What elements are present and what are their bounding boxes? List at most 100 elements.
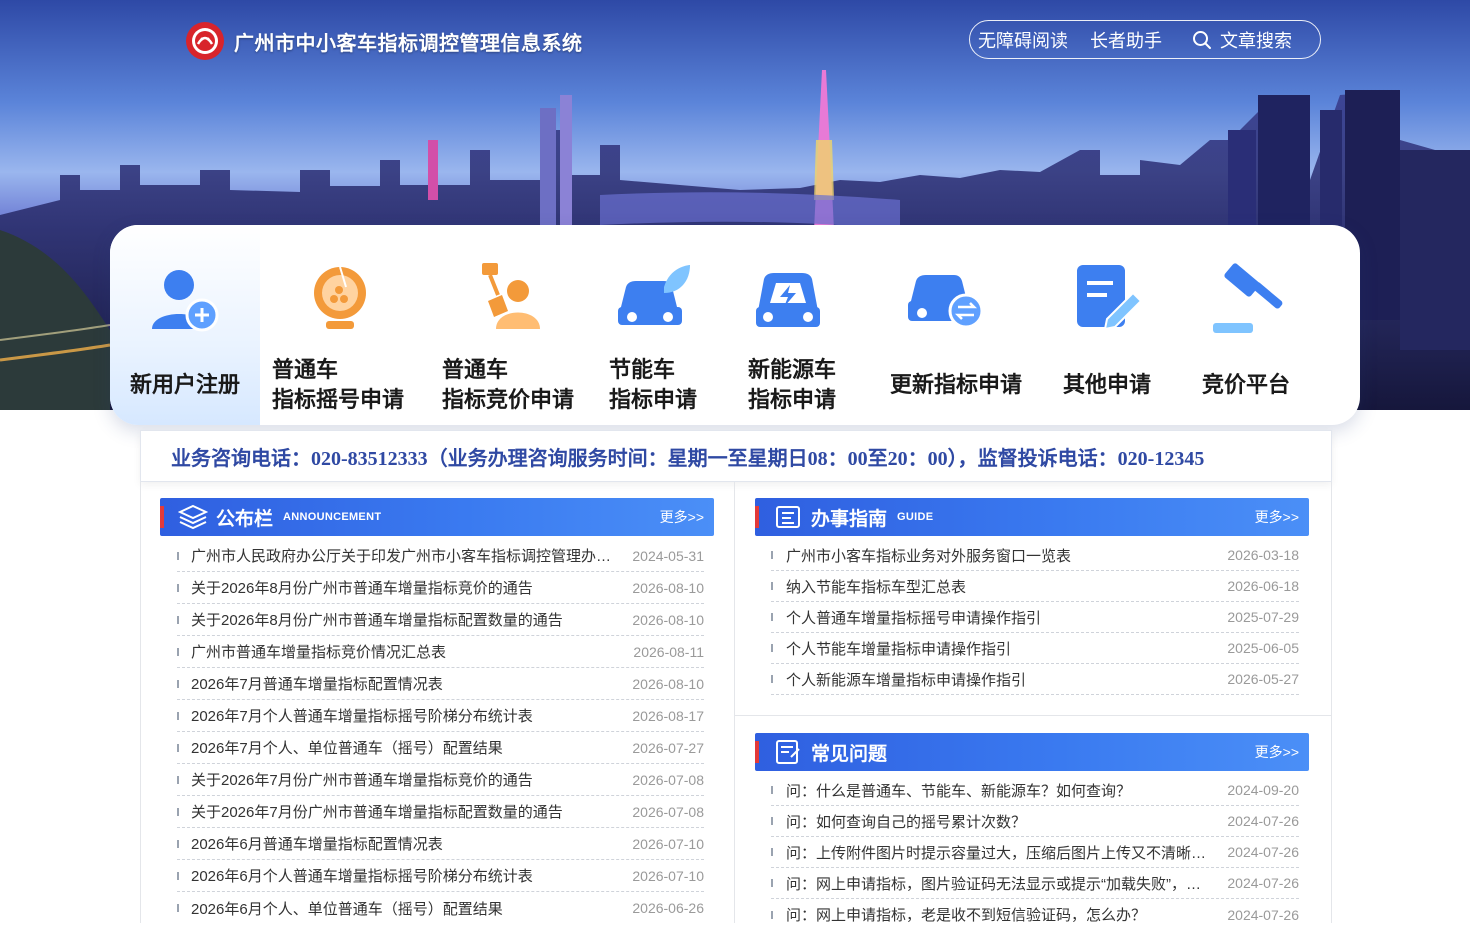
edit-document-icon [1077,265,1143,331]
list-bullet [771,675,773,683]
list-item[interactable]: 广州市小客车指标业务对外服务窗口一览表 2026-03-18 [771,540,1299,571]
item-date: 2024-07-26 [1227,813,1299,829]
list-item[interactable]: 2026年6月普通车增量指标配置情况表 2026-07-10 [177,828,704,860]
list-item[interactable]: 关于2026年7月份广州市普通车增量指标竞价的通告 2026-07-08 [177,764,704,796]
item-date: 2026-03-18 [1227,547,1299,563]
layers-icon [178,504,208,530]
item-date: 2026-08-11 [633,643,704,660]
faq-more-link[interactable]: 更多>> [1255,742,1299,762]
list-bullet [177,871,179,880]
announcement-list: 广州市人民政府办公厅关于印发广州市小客车指标调控管理办法的通知 2024-05-3… [177,540,704,924]
item-date: 2024-05-31 [632,547,704,564]
list-item[interactable]: 问：如何查询自己的摇号累计次数？ 2024-07-26 [771,806,1299,837]
list-item[interactable]: 个人新能源车增量指标申请操作指引 2026-05-27 [771,664,1299,695]
announcement-more-link[interactable]: 更多>> [660,507,704,527]
list-item[interactable]: 纳入节能车指标车型汇总表 2026-06-18 [771,571,1299,602]
item-date: 2026-07-10 [632,867,704,884]
item-date: 2026-08-10 [632,611,704,628]
item-title: 广州市人民政府办公厅关于印发广州市小客车指标调控管理办法的通知 [191,548,613,565]
guide-subtitle: Guide [897,511,934,523]
list-item[interactable]: 个人节能车增量指标申请操作指引 2025-06-05 [771,633,1299,664]
service-label-line1: 节能车 [609,357,676,382]
article-search-button[interactable]: 文章搜索 [1192,27,1292,53]
list-item[interactable]: 关于2026年8月份广州市普通车增量指标竞价的通告 2026-08-10 [177,572,704,604]
auction-hammer-icon [1213,263,1283,333]
list-item[interactable]: 关于2026年8月份广州市普通车增量指标配置数量的通告 2026-08-10 [177,604,704,636]
list-bullet [177,839,179,848]
item-title: 个人节能车增量指标申请操作指引 [786,640,1012,658]
list-bullet [771,582,773,590]
item-date: 2026-05-27 [1227,671,1299,687]
service-label-line2: 指标申请 [609,387,698,412]
update-car-icon [908,275,984,329]
guide-more-link[interactable]: 更多>> [1255,507,1299,527]
item-title: 2026年6月普通车增量指标配置情况表 [191,836,443,853]
site-logo[interactable]: 广州市中小客车指标调控管理信息系统 [184,20,583,62]
announcement-subtitle: Announcement [283,511,382,523]
service-new-energy[interactable]: 新能源车 指标申请 [742,225,847,425]
list-item[interactable]: 问：网上申请指标，老是收不到短信验证码，怎么办？ 2024-07-26 [771,899,1299,930]
service-menu: 新用户注册 普通车 指标摇号申请 普通车 指标竞价申请 节能车 指标申请 新能源… [110,225,1360,425]
item-title: 个人新能源车增量指标申请操作指引 [786,671,1027,689]
hotline-text: 业务咨询电话：020-83512333（业务办理咨询服务时间：星期一至星期日08… [171,447,1205,470]
item-date: 2026-07-10 [632,835,704,852]
list-item[interactable]: 2026年7月普通车增量指标配置情况表 2026-08-10 [177,668,704,700]
faq-title: 常见问题 [811,743,888,765]
item-date: 2026-07-08 [632,803,704,820]
item-date: 2024-07-26 [1227,875,1299,891]
energy-saving-car-icon [618,265,690,325]
item-title: 关于2026年7月份广州市普通车增量指标配置数量的通告 [191,804,563,821]
item-date: 2024-09-20 [1227,782,1299,798]
list-item[interactable]: 个人普通车增量指标摇号申请操作指引 2025-07-29 [771,602,1299,633]
service-ordinary-bidding[interactable]: 普通车 指标竞价申请 [440,225,580,425]
service-ordinary-lottery[interactable]: 普通车 指标摇号申请 [270,225,410,425]
item-title: 纳入节能车指标车型汇总表 [786,578,967,596]
faq-header: 常见问题 更多>> [755,733,1309,771]
service-other[interactable]: 其他申请 [1055,225,1155,425]
item-title: 2026年7月个人、单位普通车（摇号）配置结果 [191,740,503,757]
guangzhou-emblem-icon [186,22,224,60]
item-title: 问：如何查询自己的摇号累计次数？ [786,813,1027,831]
item-title: 2026年6月个人、单位普通车（摇号）配置结果 [191,900,503,918]
item-title: 关于2026年8月份广州市普通车增量指标配置数量的通告 [191,612,563,629]
list-bullet [177,807,179,816]
announcement-title: 公布栏 [216,508,274,530]
new-energy-car-icon [756,273,820,327]
guide-title: 办事指南 [811,508,888,530]
list-item[interactable]: 2026年7月个人、单位普通车（摇号）配置结果 2026-07-27 [177,732,704,764]
service-new-user-register[interactable]: 新用户注册 [110,225,260,425]
item-title: 2026年6月个人普通车增量指标摇号阶梯分布统计表 [191,868,533,885]
elder-assistant-link[interactable]: 长者助手 [1090,27,1162,53]
item-title: 2026年7月个人普通车增量指标摇号阶梯分布统计表 [191,708,533,725]
faq-list: 问：什么是普通车、节能车、新能源车？如何查询？ 2024-09-20 问：如何查询… [771,775,1299,930]
list-bullet [177,647,179,656]
list-item[interactable]: 问：上传附件图片时提示容量过大，压缩后图片上传又不清晰怎么办？ 2024-07-2… [771,837,1299,868]
row-divider [735,715,1331,716]
list-item[interactable]: 关于2026年7月份广州市普通车增量指标配置数量的通告 2026-07-08 [177,796,704,828]
service-energy-saving[interactable]: 节能车 指标申请 [600,225,705,425]
item-date: 2026-07-27 [632,739,704,756]
list-bullet [771,817,773,825]
service-update-quota[interactable]: 更新指标申请 [888,225,1024,425]
item-title: 问：什么是普通车、节能车、新能源车？如何查询？ [786,782,1132,800]
list-item[interactable]: 广州市人民政府办公厅关于印发广州市小客车指标调控管理办法的通知 2024-05-3… [177,540,704,572]
service-label-line1: 普通车 [272,357,339,382]
list-item[interactable]: 2026年6月个人普通车增量指标摇号阶梯分布统计表 2026-07-10 [177,860,704,892]
list-item[interactable]: 问：什么是普通车、节能车、新能源车？如何查询？ 2024-09-20 [771,775,1299,806]
list-item[interactable]: 2026年6月个人、单位普通车（摇号）配置结果 2026-06-26 [177,892,704,924]
new-user-icon [152,270,219,332]
list-bullet [177,775,179,784]
guide-list: 广州市小客车指标业务对外服务窗口一览表 2026-03-18 纳入节能车指标车型汇… [771,540,1299,695]
list-item[interactable]: 2026年7月个人普通车增量指标摇号阶梯分布统计表 2026-08-17 [177,700,704,732]
item-title: 问：上传附件图片时提示容量过大，压缩后图片上传又不清晰怎么办？ [786,844,1208,862]
service-auction-platform[interactable]: 竞价平台 [1195,225,1295,425]
lottery-icon [314,266,366,329]
accessibility-reading-link[interactable]: 无障碍阅读 [978,27,1068,53]
list-bullet [177,679,179,688]
item-title: 个人普通车增量指标摇号申请操作指引 [786,609,1042,627]
list-bullet [177,583,179,592]
item-date: 2025-06-05 [1227,640,1299,656]
list-item[interactable]: 广州市普通车增量指标竞价情况汇总表 2026-08-11 [177,636,704,668]
item-date: 2026-06-18 [1227,578,1299,594]
list-item[interactable]: 问：网上申请指标，图片验证码无法显示或提示“加载失败”，怎么办？ 2024-07-… [771,868,1299,899]
